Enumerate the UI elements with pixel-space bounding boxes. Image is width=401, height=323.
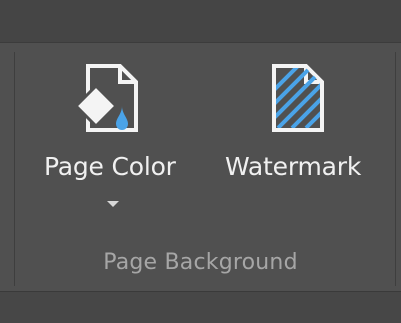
watermark-label: Watermark xyxy=(225,152,362,181)
watermark-icon xyxy=(272,64,324,132)
ribbon-top-bar xyxy=(0,0,401,43)
page-color-label: Page Color xyxy=(44,152,176,181)
group-label: Page Background xyxy=(103,250,298,275)
page-color-icon xyxy=(78,64,138,132)
ribbon-bottom-bar xyxy=(0,291,401,323)
page-color-dropdown-arrow-icon[interactable] xyxy=(107,201,119,207)
